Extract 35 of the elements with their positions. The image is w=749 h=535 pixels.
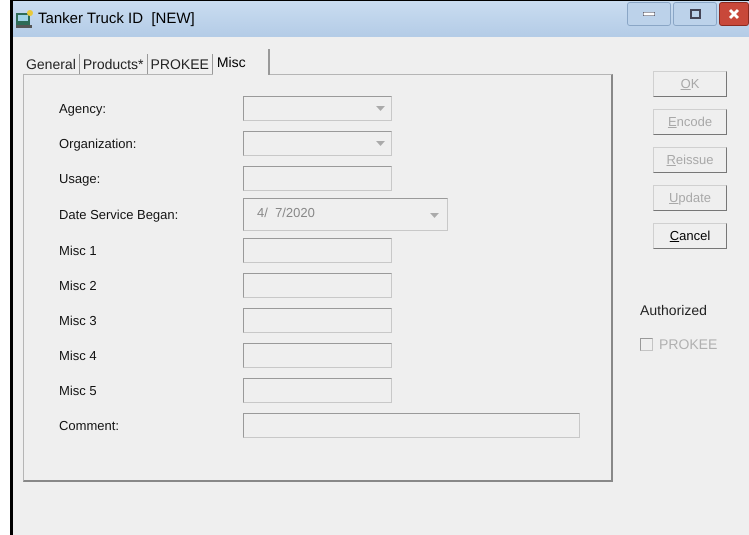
- section-heading: Authorized: [640, 301, 708, 320]
- maximize-icon: [690, 9, 700, 19]
- close-icon: [728, 8, 740, 20]
- dropdown-field[interactable]: [243, 96, 392, 121]
- field-label: Misc 1: [59, 242, 98, 260]
- window-title: Tanker Truck ID [NEW]: [38, 8, 195, 29]
- input-field[interactable]: [243, 378, 392, 403]
- input-field[interactable]: [243, 273, 392, 298]
- dropdown-arrow-icon: [430, 213, 439, 218]
- field-label: Agency:: [59, 100, 107, 118]
- minimize-icon: [643, 12, 655, 16]
- close-button[interactable]: [719, 2, 749, 26]
- date-value: 4/ 7/2020: [257, 204, 315, 222]
- tab[interactable]: General: [23, 54, 80, 74]
- field-label: Misc 3: [59, 312, 98, 330]
- tab[interactable]: Misc: [212, 49, 270, 75]
- tab[interactable]: Products*: [80, 54, 148, 74]
- field-label: Misc 2: [59, 276, 98, 295]
- input-field[interactable]: [243, 308, 392, 333]
- input-field[interactable]: [243, 343, 392, 368]
- field-label: Misc 4: [59, 346, 98, 365]
- maximize-button[interactable]: [673, 2, 717, 26]
- dialog-button[interactable]: Cancel: [653, 223, 727, 249]
- field-label: Organization:: [59, 134, 138, 153]
- field-label: Date Service Began:: [59, 206, 180, 224]
- checkbox-label: PROKEE: [659, 335, 718, 354]
- dropdown-field[interactable]: [243, 131, 392, 156]
- input-field[interactable]: [243, 413, 580, 438]
- input-field[interactable]: [243, 238, 392, 263]
- field-label: Comment:: [59, 416, 120, 435]
- dropdown-arrow-icon: [376, 141, 385, 146]
- field-label: Usage:: [59, 170, 102, 188]
- field-label: Misc 5: [59, 382, 98, 400]
- dropdown-arrow-icon: [376, 106, 385, 111]
- input-field[interactable]: [243, 166, 392, 191]
